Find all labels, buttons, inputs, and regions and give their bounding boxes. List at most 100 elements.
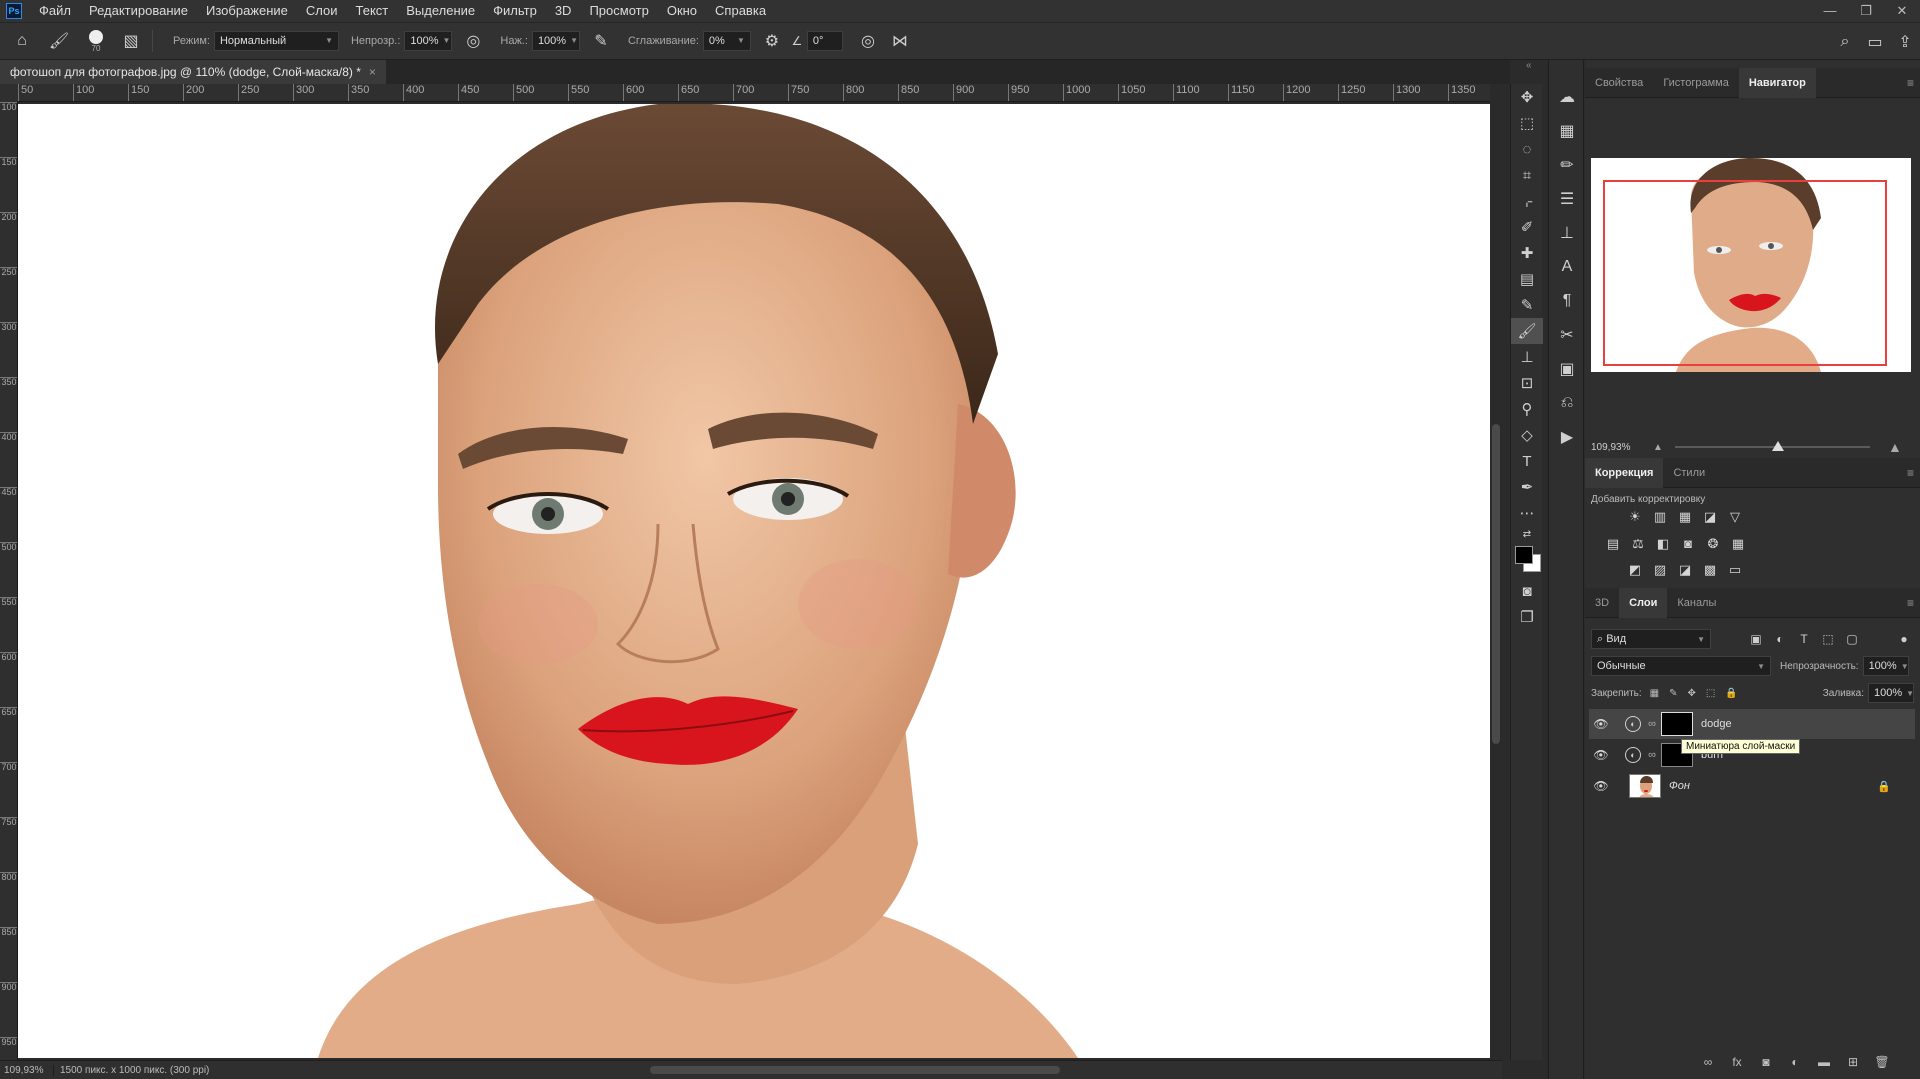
color-swatches[interactable] bbox=[1511, 542, 1543, 578]
layer-row-dodge[interactable]: 👁 ◐ ∞ dodge bbox=[1589, 709, 1915, 739]
brushes-panel-icon[interactable]: ✏ bbox=[1549, 148, 1585, 182]
mask-link-icon[interactable]: ∞ bbox=[1645, 749, 1659, 761]
filter-shape-icon[interactable]: ⬚ bbox=[1819, 632, 1837, 646]
add-mask-icon[interactable]: ◙ bbox=[1758, 1055, 1774, 1071]
brightness-icon[interactable]: ☀ bbox=[1627, 509, 1643, 525]
layer-comps-icon[interactable]: ▣ bbox=[1549, 352, 1585, 386]
object-select-tool-icon[interactable]: ⌗ bbox=[1511, 162, 1543, 188]
navigator-zoom-slider[interactable] bbox=[1675, 441, 1870, 451]
eraser-tool-icon[interactable]: ◇ bbox=[1511, 422, 1543, 448]
new-group-icon[interactable]: ▬ bbox=[1816, 1055, 1832, 1071]
vertical-scrollbar[interactable] bbox=[1490, 84, 1502, 1060]
active-brush-tool-icon[interactable]: 🖌 bbox=[1511, 318, 1543, 344]
type-tool-icon[interactable]: T bbox=[1511, 448, 1543, 474]
blend-mode-select[interactable]: Обычные ▼ bbox=[1591, 656, 1771, 676]
pressure-size-icon[interactable]: ◎ bbox=[851, 31, 885, 51]
opacity-field[interactable]: 100% ▼ bbox=[404, 31, 453, 51]
delete-layer-icon[interactable]: 🗑 bbox=[1874, 1055, 1890, 1071]
menu-help[interactable]: Справка bbox=[706, 0, 775, 22]
menu-edit[interactable]: Редактирование bbox=[80, 0, 197, 22]
panel-menu-icon[interactable]: ≡ bbox=[1907, 596, 1914, 610]
status-document-info[interactable]: 1500 пикс. x 1000 пикс. (300 ppi) bbox=[54, 1065, 209, 1076]
close-window-button[interactable]: ✕ bbox=[1884, 0, 1920, 22]
smoothing-field[interactable]: 0% ▼ bbox=[702, 31, 751, 51]
actions-icon[interactable]: ▶ bbox=[1549, 420, 1585, 454]
quick-mask-icon[interactable]: ◙ bbox=[1511, 578, 1543, 604]
menu-select[interactable]: Выделение bbox=[397, 0, 484, 22]
fill-field[interactable]: 100% ▼ bbox=[1868, 683, 1914, 703]
navigator-zoom-value[interactable]: 109,93% bbox=[1591, 442, 1630, 453]
lock-transparency-icon[interactable]: ▦ bbox=[1650, 688, 1659, 699]
link-layers-icon[interactable]: ∞ bbox=[1700, 1055, 1716, 1071]
marquee-tool-icon[interactable]: ⬚ bbox=[1511, 110, 1543, 136]
levels-icon[interactable]: ▥ bbox=[1652, 509, 1668, 525]
hue-saturation-icon[interactable]: ▤ bbox=[1605, 536, 1621, 552]
scrollbar-thumb[interactable] bbox=[1492, 424, 1500, 744]
tab-histogram[interactable]: Гистограмма bbox=[1653, 68, 1739, 98]
flow-field[interactable]: 100% ▼ bbox=[531, 31, 580, 51]
panel-menu-icon[interactable]: ≡ bbox=[1907, 76, 1914, 90]
tab-adjustments[interactable]: Коррекция bbox=[1585, 457, 1664, 488]
color-balance-icon[interactable]: ⚖ bbox=[1630, 536, 1646, 552]
move-tool-icon[interactable]: ✥ bbox=[1511, 84, 1543, 110]
tab-styles[interactable]: Стили bbox=[1663, 458, 1715, 488]
lock-artboard-icon[interactable]: ⬚ bbox=[1706, 688, 1715, 699]
layer-mask-thumbnail[interactable] bbox=[1661, 712, 1693, 736]
pressure-opacity-icon[interactable]: ◎ bbox=[458, 31, 488, 51]
tab-3d[interactable]: 3D bbox=[1585, 588, 1619, 618]
mask-link-icon[interactable]: ∞ bbox=[1645, 718, 1659, 730]
tab-channels[interactable]: Каналы bbox=[1667, 588, 1726, 618]
layer-kind-filter[interactable]: ⌕ Вид ▼ bbox=[1591, 629, 1711, 649]
filter-type-icon[interactable]: T bbox=[1795, 632, 1813, 646]
menu-view[interactable]: Просмотр bbox=[580, 0, 657, 22]
lock-pixels-icon[interactable]: ✎ bbox=[1669, 688, 1677, 699]
lock-all-icon[interactable]: 🔒 bbox=[1725, 688, 1737, 699]
lock-position-icon[interactable]: ✥ bbox=[1688, 688, 1696, 699]
layer-name[interactable]: Фон bbox=[1669, 780, 1690, 792]
posterize-icon[interactable]: ▨ bbox=[1652, 562, 1668, 578]
slider-thumb[interactable] bbox=[1772, 441, 1784, 451]
angle-field[interactable]: 0° bbox=[806, 31, 843, 51]
libraries-icon[interactable]: ☁ bbox=[1549, 80, 1585, 114]
more-tools-icon[interactable]: ⋯ bbox=[1511, 500, 1543, 526]
document-tab[interactable]: фотошоп для фотографов.jpg @ 110% (dodge… bbox=[0, 60, 386, 84]
menu-type[interactable]: Текст bbox=[347, 0, 398, 22]
menu-window[interactable]: Окно bbox=[658, 0, 706, 22]
curves-icon[interactable]: ▦ bbox=[1677, 509, 1693, 525]
airbrush-icon[interactable]: ✎ bbox=[586, 31, 616, 51]
stamp-tool-icon[interactable]: ⊥ bbox=[1511, 344, 1543, 370]
tab-navigator[interactable]: Навигатор bbox=[1738, 67, 1816, 98]
layer-style-icon[interactable]: fx bbox=[1729, 1055, 1745, 1071]
exposure-icon[interactable]: ◪ bbox=[1702, 509, 1718, 525]
menu-layers[interactable]: Слои bbox=[297, 0, 347, 22]
restore-button[interactable]: ❐ bbox=[1848, 0, 1884, 22]
zoom-out-icon[interactable]: ▲ bbox=[1653, 442, 1663, 453]
collapse-toolbar-icon[interactable]: « bbox=[1526, 60, 1532, 80]
channel-mixer-icon[interactable]: ❂ bbox=[1705, 536, 1721, 552]
swatches-icon[interactable]: ▦ bbox=[1549, 114, 1585, 148]
brush-size-picker[interactable]: 70 bbox=[74, 29, 118, 53]
layer-opacity-field[interactable]: 100% ▼ bbox=[1862, 656, 1909, 676]
status-zoom[interactable]: 109,93% bbox=[0, 1064, 54, 1076]
home-icon[interactable]: ⌂ bbox=[0, 32, 44, 50]
color-lookup-icon[interactable]: ▦ bbox=[1730, 536, 1746, 552]
clone-source-icon[interactable]: ⊥ bbox=[1549, 216, 1585, 250]
tool-presets-icon[interactable]: ✂ bbox=[1549, 318, 1585, 352]
menu-filter[interactable]: Фильтр bbox=[484, 0, 546, 22]
canvas-area[interactable] bbox=[18, 102, 1490, 1060]
navigator-preview[interactable] bbox=[1591, 158, 1911, 372]
visibility-eye-icon[interactable]: 👁 bbox=[1589, 717, 1613, 731]
layer-row-background[interactable]: 👁 Фон 🔒 bbox=[1589, 771, 1915, 801]
brush-tool-preset-icon[interactable]: 🖌 bbox=[44, 31, 74, 51]
brush-tool-icon[interactable]: ✎ bbox=[1511, 292, 1543, 318]
crop-frame-icon[interactable]: ⊡ bbox=[1511, 370, 1543, 396]
mode-select[interactable]: Нормальный ▼ bbox=[213, 31, 339, 51]
character-panel-icon[interactable]: A bbox=[1549, 250, 1585, 284]
patch-tool-icon[interactable]: ▤ bbox=[1511, 266, 1543, 292]
visibility-eye-icon[interactable]: 👁 bbox=[1589, 779, 1613, 793]
paragraph-panel-icon[interactable]: ¶ bbox=[1549, 284, 1585, 318]
minimize-button[interactable]: — bbox=[1812, 0, 1848, 22]
pen-tool-icon[interactable]: ✒ bbox=[1511, 474, 1543, 500]
panel-menu-icon[interactable]: ≡ bbox=[1907, 466, 1914, 480]
document-canvas[interactable] bbox=[18, 104, 1490, 1058]
